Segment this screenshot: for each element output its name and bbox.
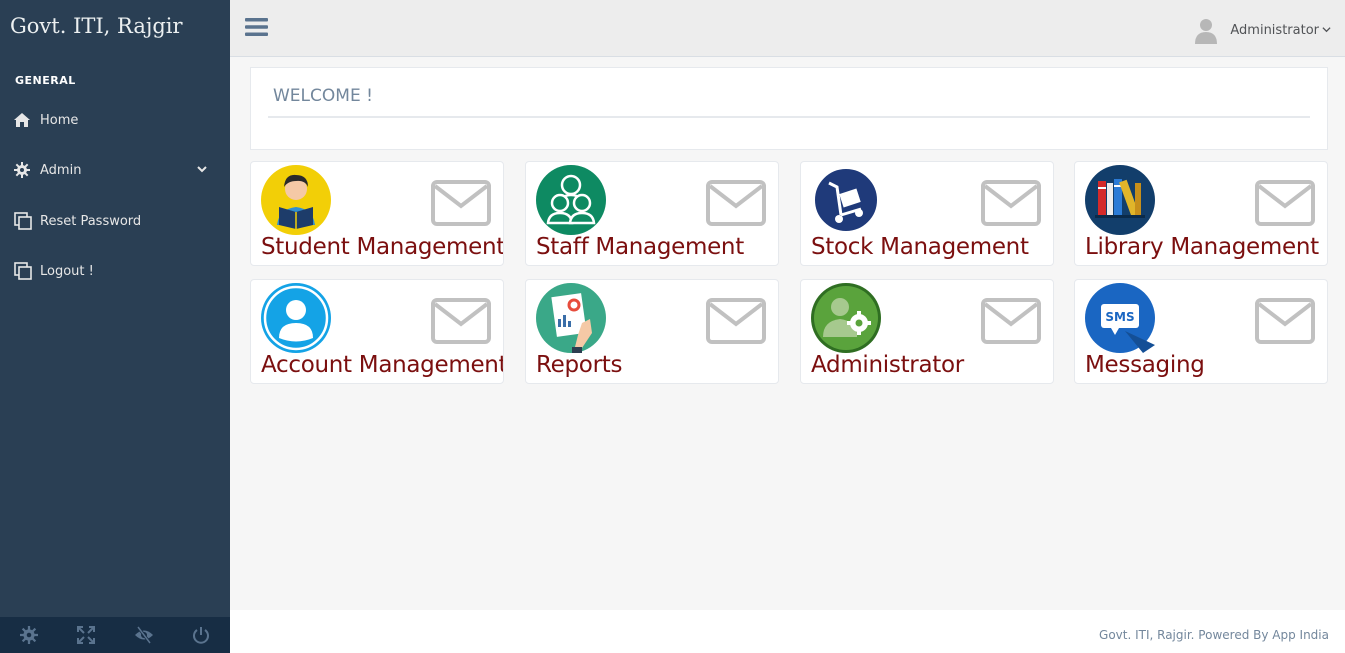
sidebar-item-logout[interactable]: Logout ! bbox=[0, 253, 230, 289]
home-icon bbox=[14, 113, 40, 127]
tile-reports[interactable]: Reports bbox=[525, 279, 779, 384]
sidebar-item-reset-password[interactable]: Reset Password bbox=[0, 203, 230, 239]
tile-library-management[interactable]: Library Management bbox=[1074, 161, 1328, 266]
user-profile-dropdown[interactable]: Administrator bbox=[1192, 16, 1331, 44]
tile-account-management[interactable]: Account Management bbox=[250, 279, 504, 384]
sidebar-footer bbox=[0, 617, 230, 653]
sidebar-item-home[interactable]: Home bbox=[0, 102, 230, 138]
top-navbar: Administrator bbox=[230, 0, 1345, 57]
administrator-icon bbox=[811, 283, 881, 353]
fullscreen-icon[interactable] bbox=[58, 617, 116, 653]
avatar bbox=[1192, 16, 1220, 44]
sidebar-item-admin[interactable]: Admin bbox=[0, 152, 230, 188]
tile-label: Library Management bbox=[1085, 234, 1319, 260]
sidebar-item-label: Admin bbox=[40, 162, 82, 178]
tile-administrator[interactable]: Administrator bbox=[800, 279, 1054, 384]
library-icon bbox=[1085, 165, 1155, 235]
envelope-icon bbox=[431, 180, 491, 230]
tile-label: Administrator bbox=[811, 352, 964, 378]
menu-toggle-icon[interactable] bbox=[245, 17, 268, 41]
welcome-panel: WELCOME ! bbox=[250, 67, 1328, 150]
divider bbox=[268, 116, 1310, 118]
tile-label: Messaging bbox=[1085, 352, 1205, 378]
stock-icon bbox=[811, 165, 881, 235]
envelope-icon bbox=[981, 180, 1041, 230]
student-icon bbox=[261, 165, 331, 235]
gear-icon bbox=[14, 162, 40, 178]
settings-icon[interactable] bbox=[0, 617, 58, 653]
power-icon[interactable] bbox=[173, 617, 231, 653]
account-icon bbox=[261, 283, 331, 353]
envelope-icon bbox=[706, 180, 766, 230]
page-footer: Govt. ITI, Rajgir. Powered By App India bbox=[230, 610, 1345, 653]
reports-icon bbox=[536, 283, 606, 353]
tile-label: Stock Management bbox=[811, 234, 1029, 260]
envelope-icon bbox=[1255, 298, 1315, 348]
tile-student-management[interactable]: Student Management bbox=[250, 161, 504, 266]
sidebar: Govt. ITI, Rajgir GENERAL Home Admin Res… bbox=[0, 0, 230, 653]
tile-staff-management[interactable]: Staff Management bbox=[525, 161, 779, 266]
tile-label: Account Management bbox=[261, 352, 504, 378]
page-title: WELCOME ! bbox=[273, 86, 373, 106]
envelope-icon bbox=[1255, 180, 1315, 230]
envelope-icon bbox=[706, 298, 766, 348]
tile-label: Student Management bbox=[261, 234, 504, 260]
sidebar-item-label: Reset Password bbox=[40, 213, 142, 229]
menu-section-title: GENERAL bbox=[15, 74, 76, 87]
clone-icon bbox=[14, 212, 40, 230]
clone-icon bbox=[14, 262, 40, 280]
footer-credit: Govt. ITI, Rajgir. Powered By App India bbox=[1099, 628, 1329, 642]
chevron-down-icon bbox=[1322, 23, 1331, 38]
chevron-down-icon bbox=[196, 163, 208, 179]
envelope-icon bbox=[431, 298, 491, 348]
sidebar-item-label: Logout ! bbox=[40, 263, 94, 279]
sms-badge-text: SMS bbox=[1105, 310, 1134, 324]
sidebar-item-label: Home bbox=[40, 112, 79, 128]
user-name: Administrator bbox=[1230, 22, 1319, 38]
envelope-icon bbox=[981, 298, 1041, 348]
tile-messaging[interactable]: SMS Messaging bbox=[1074, 279, 1328, 384]
site-title[interactable]: Govt. ITI, Rajgir bbox=[10, 14, 183, 38]
tile-label: Staff Management bbox=[536, 234, 744, 260]
tile-stock-management[interactable]: Stock Management bbox=[800, 161, 1054, 266]
staff-icon bbox=[536, 165, 606, 235]
messaging-icon: SMS bbox=[1085, 283, 1155, 353]
tile-label: Reports bbox=[536, 352, 623, 378]
eye-slash-icon[interactable] bbox=[115, 617, 173, 653]
